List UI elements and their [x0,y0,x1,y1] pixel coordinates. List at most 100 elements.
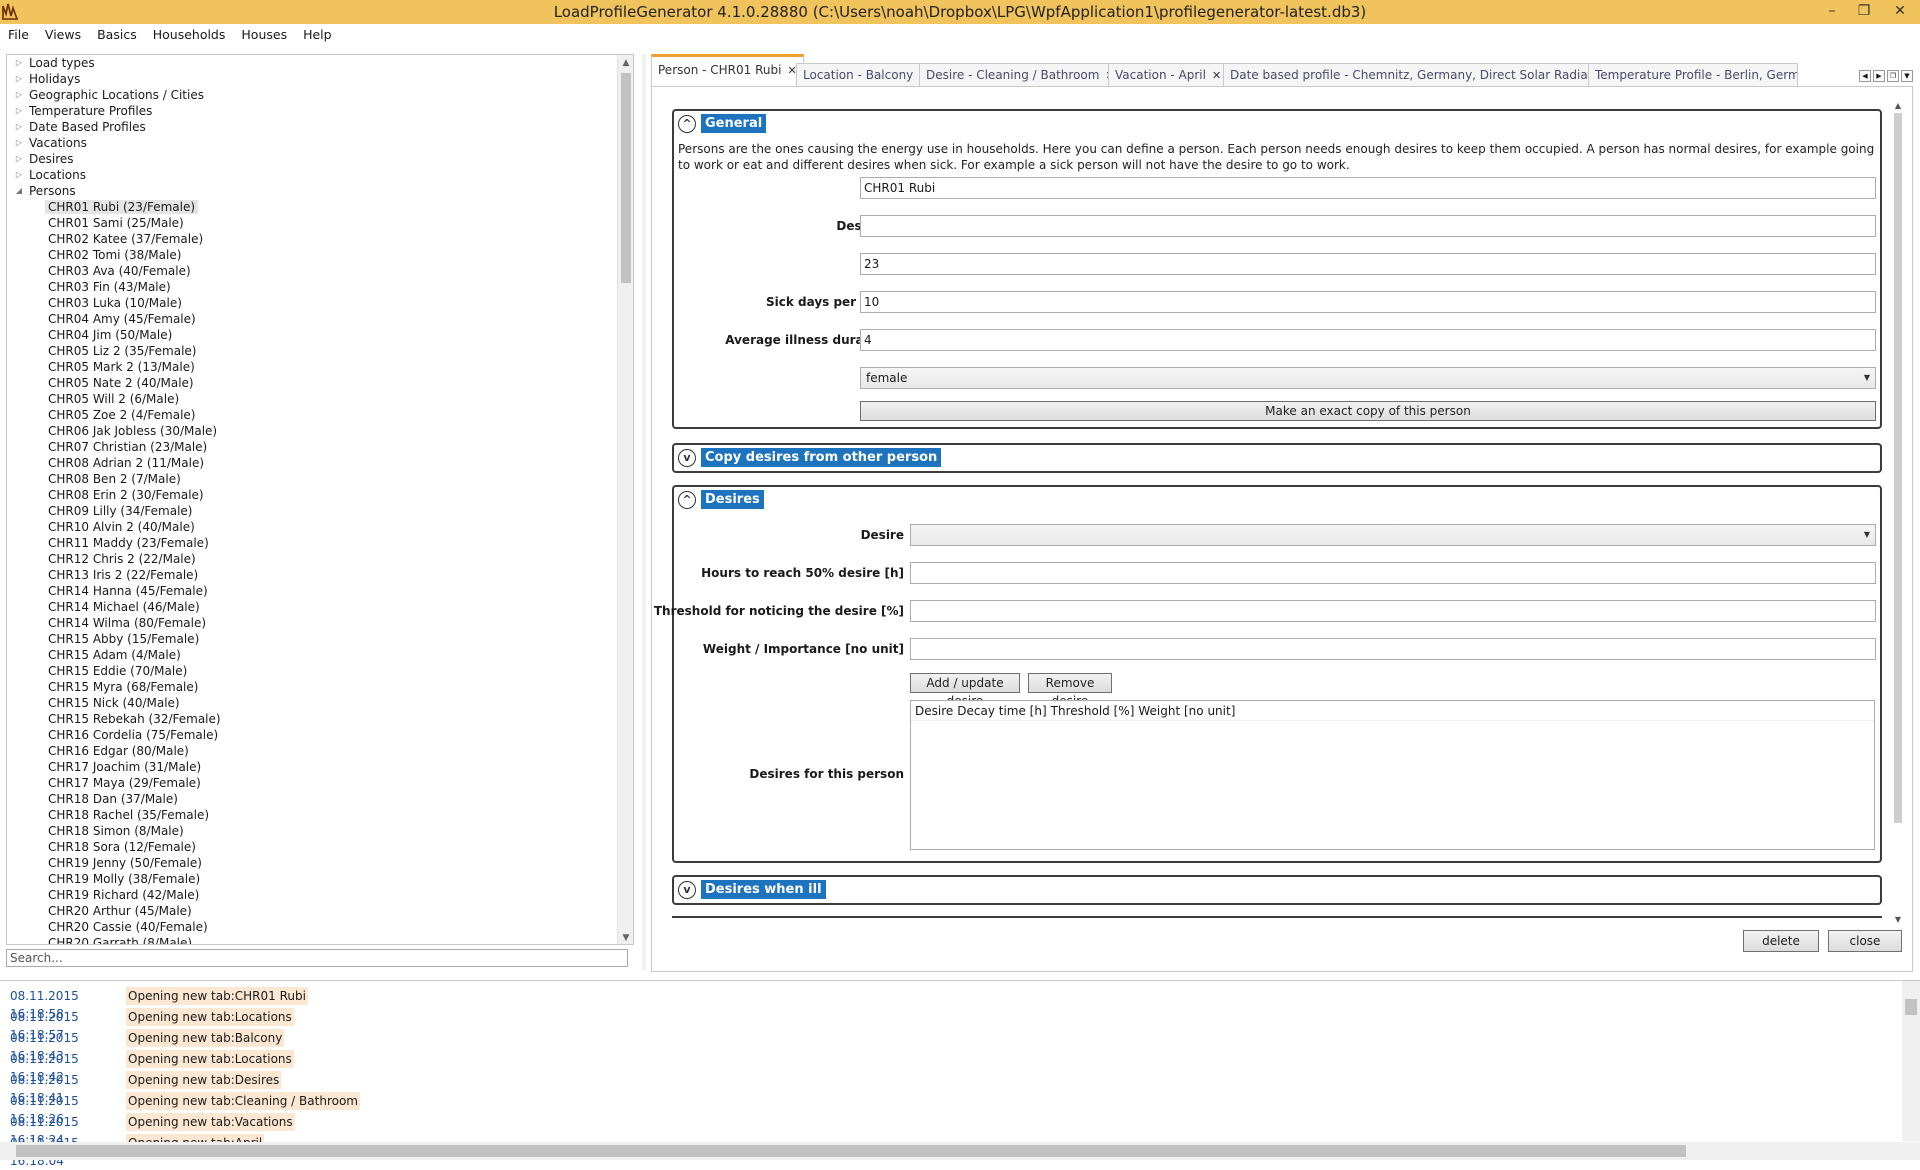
tree-node[interactable]: ▷ Holidays [7,71,617,87]
tab-dropdown-icon[interactable]: ▼ [1901,70,1913,82]
tree-person-item[interactable]: CHR15 Abby (15/Female) [7,631,617,647]
tree-expand-icon[interactable]: ▷ [11,135,27,151]
tree-person-item[interactable]: CHR04 Jim (50/Male) [7,327,617,343]
remove-desire-button[interactable]: Remove desire [1028,673,1112,708]
tree-person-item[interactable]: CHR20 Cassie (40/Female) [7,919,617,935]
tree-person-item[interactable]: CHR12 Chris 2 (22/Male) [7,551,617,567]
editor-scrollbar[interactable]: ▲ ▼ [1890,101,1906,924]
close-button[interactable]: close [1828,930,1902,952]
menu-houses[interactable]: Houses [233,24,295,46]
menu-file[interactable]: File [0,24,37,46]
log-entry[interactable]: 08.11.2015 16:18:24 Opening new tab:Vacat… [10,1113,295,1147]
tab-scroll-right-icon[interactable]: ▶ [1873,70,1885,82]
sick-days-field[interactable]: 10 [860,291,1876,313]
column-desire[interactable]: Desire [915,701,957,720]
tree-person-item[interactable]: CHR01 Sami (25/Male) [7,215,617,231]
gender-select[interactable]: female ▼ [860,367,1876,389]
log-entry[interactable]: 08.11.2015 16:18:42 Opening new tab:Locat… [10,1050,294,1084]
tree-person-item[interactable]: CHR09 Lilly (34/Female) [7,503,617,519]
log-entry[interactable]: 08.11.2015 16:18:43 Opening new tab:Balco… [10,1029,285,1063]
tree-person-item[interactable]: CHR08 Erin 2 (30/Female) [7,487,617,503]
panel-splitter[interactable] [642,54,646,970]
tree-expand-icon[interactable]: ▷ [11,167,27,183]
column-threshold[interactable]: Threshold [%] [1051,701,1139,720]
tree-person-item[interactable]: CHR03 Fin (43/Male) [7,279,617,295]
tree-person-item[interactable]: CHR05 Zoe 2 (4/Female) [7,407,617,423]
tree-collapse-icon[interactable]: ◢ [11,183,27,199]
scroll-down-icon[interactable]: ▼ [1890,915,1906,927]
log-entry[interactable]: 08.11.2015 16:18:58 Opening new tab:CHR01… [10,987,308,1021]
log-entry[interactable]: 08.11.2015 16:18:57 Opening new tab:Locat… [10,1008,294,1042]
tree-person-item[interactable]: CHR20 Arthur (45/Male) [7,903,617,919]
tree-person-item[interactable]: CHR18 Rachel (35/Female) [7,807,617,823]
menu-help[interactable]: Help [295,24,340,46]
tree-person-item[interactable]: CHR04 Amy (45/Female) [7,311,617,327]
tree-node[interactable]: ▷ Temperature Profiles [7,103,617,119]
hours-field[interactable] [910,562,1876,584]
tree-person-item[interactable]: CHR03 Luka (10/Male) [7,295,617,311]
tab-date-based-profile[interactable]: Date based profile - Chemnitz, Germany, … [1223,63,1633,86]
log-entry[interactable]: 08.11.2015 16:18:26 Opening new tab:Clean… [10,1092,360,1126]
tab-location-balcony[interactable]: Location - Balcony✕ [796,63,936,86]
tree-person-item[interactable]: CHR15 Rebekah (32/Female) [7,711,617,727]
minimize-button[interactable]: – [1818,0,1846,22]
menu-households[interactable]: Households [145,24,234,46]
tab-scroll-left-icon[interactable]: ◀ [1859,70,1871,82]
log-horizontal-scrollbar[interactable] [0,1142,1920,1160]
weight-field[interactable] [910,638,1876,660]
desires-grid[interactable]: Desire Decay time [h] Threshold [%] Weig… [910,700,1875,850]
tree-person-item[interactable]: CHR19 Richard (42/Male) [7,887,617,903]
tree-person-item[interactable]: CHR19 Molly (38/Female) [7,871,617,887]
collapse-chevron-up-icon[interactable]: ^ [678,490,696,509]
add-update-desire-button[interactable]: Add / update desire [910,673,1020,708]
tree-node[interactable]: ▷ Date Based Profiles [7,119,617,135]
tree-person-item[interactable]: CHR16 Edgar (80/Male) [7,743,617,759]
tree-person-item[interactable]: CHR14 Michael (46/Male) [7,599,617,615]
illness-duration-field[interactable]: 4 [860,329,1876,351]
tree-person-item[interactable]: CHR17 Maya (29/Female) [7,775,617,791]
tree-search-input[interactable]: Search... [6,949,628,967]
name-field[interactable]: CHR01 Rubi [860,177,1876,199]
tree-person-item[interactable]: CHR07 Christian (23/Male) [7,439,617,455]
close-window-button[interactable]: ✕ [1886,0,1914,22]
tree-person-item[interactable]: CHR10 Alvin 2 (40/Male) [7,519,617,535]
tree-node[interactable]: ◢ Persons [7,183,617,199]
tree-person-item[interactable]: CHR19 Jenny (50/Female) [7,855,617,871]
tree-person-item[interactable]: CHR08 Adrian 2 (11/Male) [7,455,617,471]
scroll-down-icon[interactable]: ▼ [618,930,633,944]
tree-expand-icon[interactable]: ▷ [11,87,27,103]
column-decay-time[interactable]: Decay time [h] [957,701,1050,720]
column-weight[interactable]: Weight [no unit] [1138,701,1239,720]
tree-expand-icon[interactable]: ▷ [11,103,27,119]
threshold-field[interactable] [910,600,1876,622]
tree-person-item[interactable]: CHR15 Adam (4/Male) [7,647,617,663]
tree-person-item[interactable]: CHR18 Simon (8/Male) [7,823,617,839]
tree-person-item[interactable]: CHR14 Wilma (80/Female) [7,615,617,631]
editor-scroll-thumb[interactable] [1894,113,1902,823]
tree-person-item[interactable]: CHR05 Mark 2 (13/Male) [7,359,617,375]
tree-person-item[interactable]: CHR05 Will 2 (6/Male) [7,391,617,407]
tree-node[interactable]: ▷ Load types [7,55,617,71]
tree-scrollbar[interactable]: ▲ ▼ [617,55,633,944]
expand-chevron-down-icon[interactable]: v [678,448,696,467]
tab-temperature-profile[interactable]: Temperature Profile - Berlin, Germany 19… [1588,63,1798,86]
tree-person-item[interactable]: CHR05 Nate 2 (40/Male) [7,375,617,391]
tree-node[interactable]: ▷ Geographic Locations / Cities [7,87,617,103]
restore-button[interactable]: ❐ [1850,0,1878,22]
tree-person-item[interactable]: CHR11 Maddy (23/Female) [7,535,617,551]
desire-select[interactable]: ▼ [910,524,1876,546]
tree-person-item[interactable]: CHR15 Nick (40/Male) [7,695,617,711]
tree-person-item[interactable]: CHR03 Ava (40/Female) [7,263,617,279]
age-field[interactable]: 23 [860,253,1876,275]
tree-expand-icon[interactable]: ▷ [11,151,27,167]
log-entry[interactable]: 08.11.2015 16:18:41 Opening new tab:Desir… [10,1071,282,1105]
tree-scroll-thumb[interactable] [621,73,631,283]
log-scroll-thumb[interactable] [1905,999,1917,1015]
tab-vacation-april[interactable]: Vacation - April ✕ [1108,63,1229,86]
tree-node[interactable]: ▷ Locations [7,167,617,183]
scroll-up-icon[interactable]: ▲ [1890,101,1906,113]
tree-person-item[interactable]: CHR02 Tomi (38/Male) [7,247,617,263]
tree-person-item[interactable]: CHR08 Ben 2 (7/Male) [7,471,617,487]
tab-desire-cleaning-bathroom[interactable]: Desire - Cleaning / Bathroom✕ [919,63,1122,86]
log-hscroll-thumb[interactable] [16,1145,1686,1157]
